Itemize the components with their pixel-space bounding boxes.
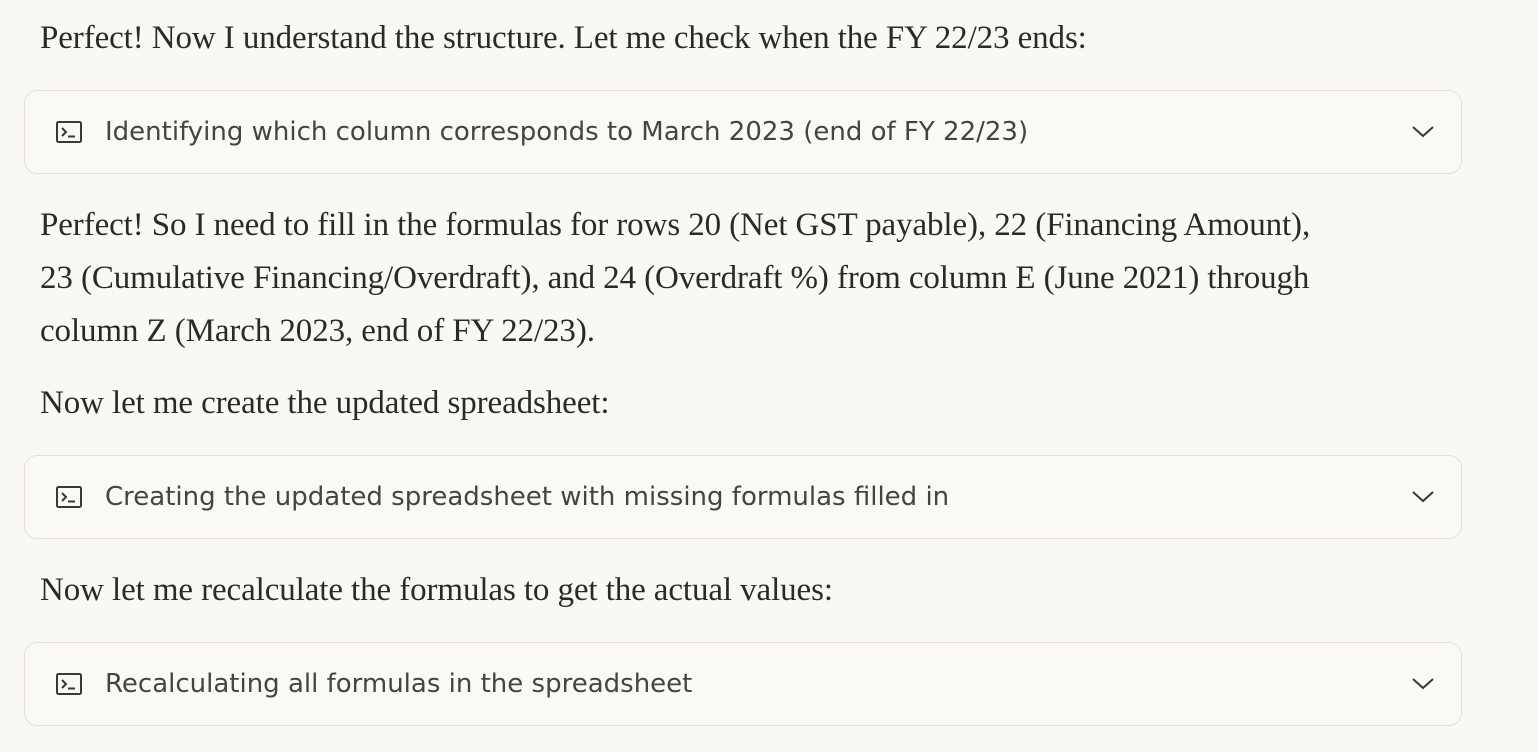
message-text-1: Perfect! Now I understand the structure.… — [40, 20, 1087, 56]
tool-call-card-identify-column[interactable]: Identifying which column corresponds to … — [24, 90, 1462, 174]
message-text-2: Perfect! So I need to fill in the formul… — [40, 207, 1311, 349]
chevron-down-icon[interactable] — [1411, 674, 1435, 692]
tool-call-label: Identifying which column corresponds to … — [105, 117, 1029, 147]
tool-call-label: Creating the updated spreadsheet with mi… — [105, 482, 950, 512]
chevron-down-icon[interactable] — [1411, 122, 1435, 140]
tool-call-label: Recalculating all formulas in the spread… — [105, 669, 693, 699]
message-text-3: Now let me create the updated spreadshee… — [40, 385, 610, 421]
tool-call-card-create-spreadsheet[interactable]: Creating the updated spreadsheet with mi… — [24, 455, 1462, 539]
message-text-4: Now let me recalculate the formulas to g… — [40, 572, 833, 608]
tool-call-card-recalculate[interactable]: Recalculating all formulas in the spread… — [24, 642, 1462, 726]
terminal-icon — [56, 673, 82, 695]
chevron-down-icon[interactable] — [1411, 487, 1435, 505]
terminal-icon — [56, 121, 82, 143]
terminal-icon — [56, 486, 82, 508]
